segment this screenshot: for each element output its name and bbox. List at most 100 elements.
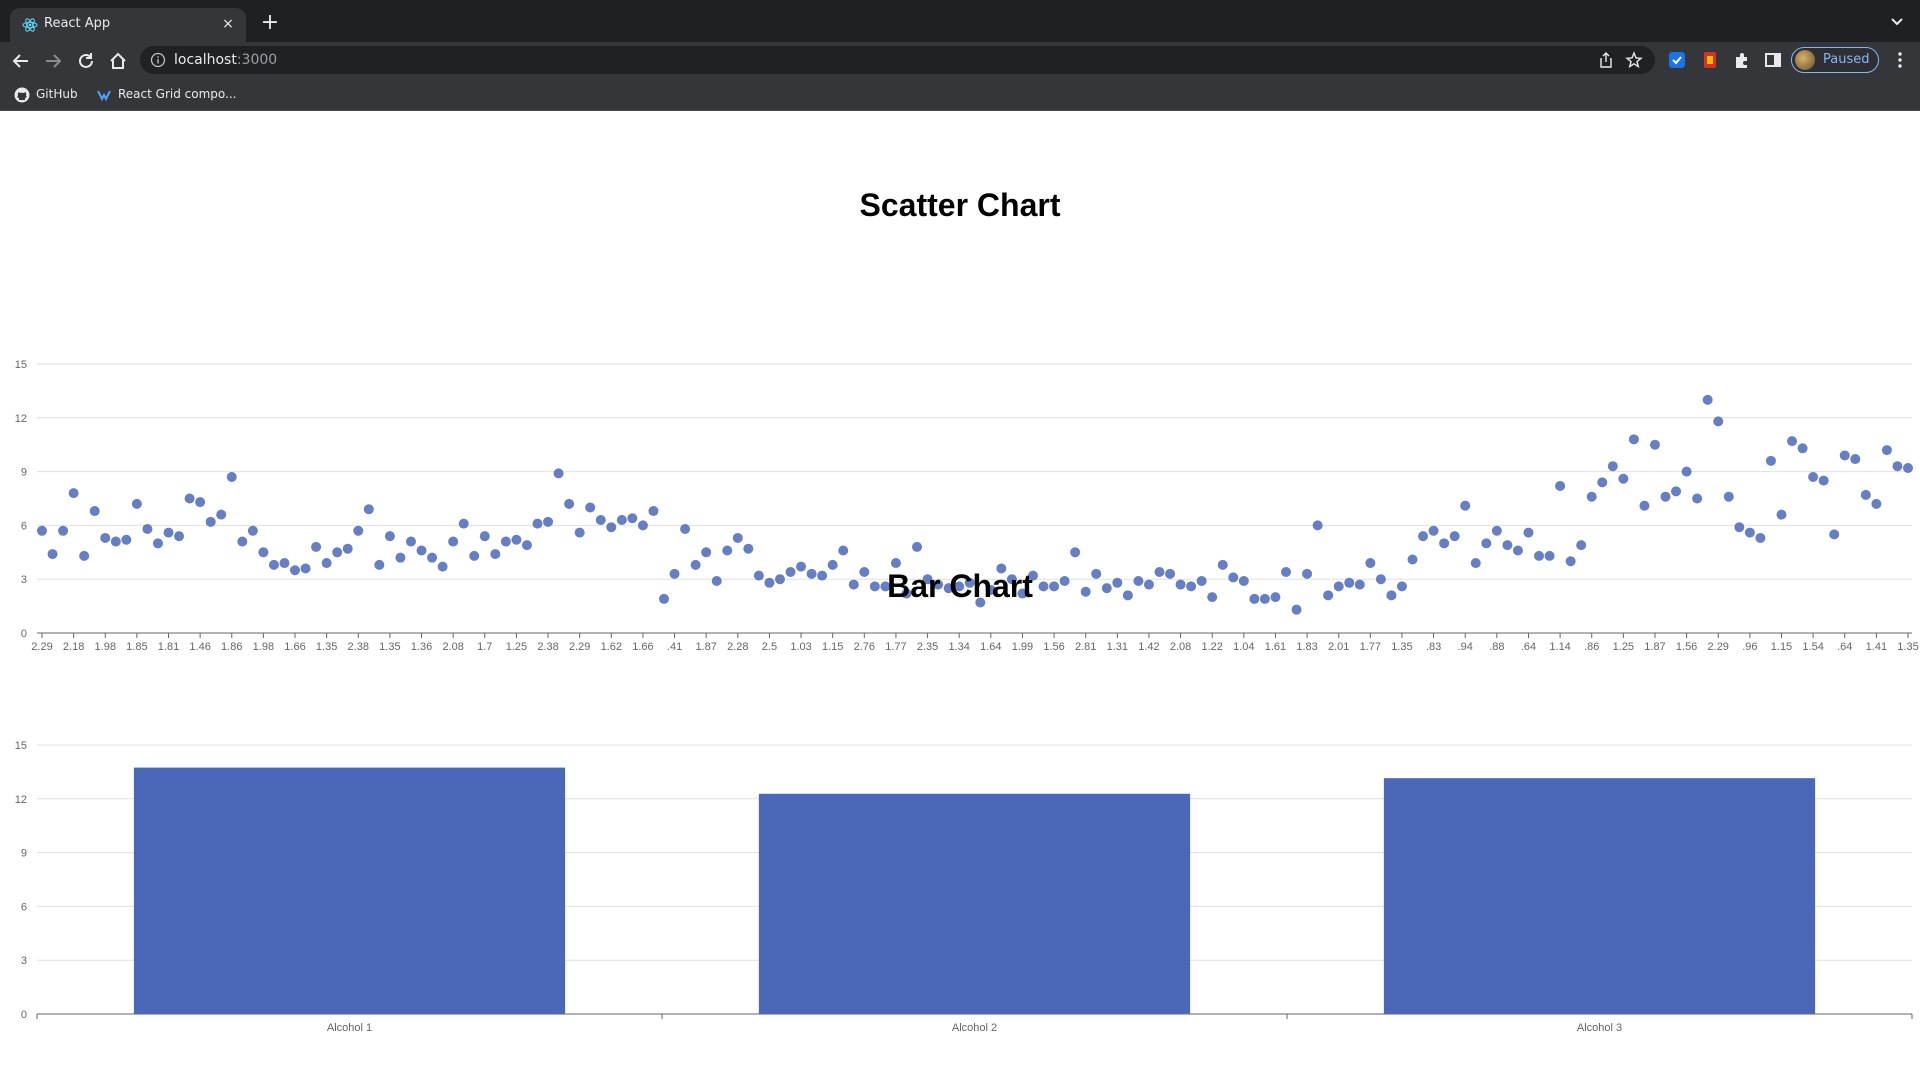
- y-tick-label: 6: [21, 901, 27, 913]
- scatter-point: [1628, 434, 1639, 445]
- scatter-point: [1534, 550, 1545, 561]
- scatter-point: [1312, 520, 1323, 531]
- scatter-point: [1439, 538, 1450, 549]
- bookmarks-bar: GitHub React Grid compo...: [0, 79, 1920, 111]
- scatter-point: [121, 534, 132, 545]
- scatter-point: [363, 504, 374, 515]
- bookmark-label: React Grid compo...: [118, 87, 237, 101]
- scatter-point: [1576, 540, 1587, 551]
- scatter-point: [1681, 466, 1692, 477]
- scatter-point: [332, 547, 343, 558]
- scatter-point: [732, 532, 743, 543]
- profile-status-label: Paused: [1823, 52, 1870, 67]
- y-tick-label: 0: [21, 1009, 27, 1021]
- scatter-point: [163, 527, 174, 538]
- bar: [758, 793, 1191, 1014]
- bar: [1383, 778, 1816, 1014]
- scatter-point: [532, 518, 543, 529]
- scatter-point: [1860, 489, 1871, 500]
- scatter-point: [1460, 500, 1471, 511]
- scatter-point: [1850, 454, 1861, 465]
- url-text[interactable]: localhost:3000: [174, 52, 277, 68]
- scatter-point: [1565, 556, 1576, 567]
- scatter-point: [1544, 550, 1555, 561]
- scatter-point: [1512, 545, 1523, 556]
- scatter-point: [131, 498, 142, 509]
- extension-check-icon[interactable]: [1667, 50, 1687, 70]
- scatter-point: [1555, 480, 1566, 491]
- back-arrow-icon[interactable]: [10, 50, 32, 72]
- more-menu-icon[interactable]: [1890, 50, 1910, 70]
- scatter-point: [1839, 450, 1850, 461]
- bar: [133, 767, 566, 1014]
- scatter-point: [1829, 529, 1840, 540]
- scatter-point: [1418, 531, 1429, 542]
- scatter-point: [37, 525, 47, 536]
- scatter-point: [1481, 538, 1492, 549]
- scatter-point: [1449, 531, 1460, 542]
- scatter-point: [1692, 493, 1703, 504]
- y-tick-label: 9: [21, 467, 27, 479]
- share-icon[interactable]: [1597, 51, 1615, 69]
- url-port: :3000: [236, 52, 278, 68]
- scatter-point: [395, 552, 406, 563]
- github-icon: [14, 87, 30, 103]
- react-logo-icon: [22, 18, 38, 32]
- tab-search-chevron-icon[interactable]: [1888, 12, 1906, 30]
- reload-icon[interactable]: [75, 50, 97, 72]
- scatter-point: [448, 536, 459, 547]
- scatter-point: [142, 523, 153, 534]
- scatter-point: [1713, 416, 1724, 427]
- scatter-point: [490, 549, 501, 560]
- extensions-puzzle-icon[interactable]: [1732, 50, 1752, 70]
- scatter-point: [1892, 461, 1903, 472]
- new-tab-button[interactable]: +: [258, 12, 282, 36]
- extension-red-icon[interactable]: [1700, 50, 1720, 70]
- y-tick-label: 3: [21, 955, 27, 967]
- scatter-point: [1871, 498, 1882, 509]
- scatter-point: [405, 536, 416, 547]
- tab-close-icon[interactable]: ×: [218, 14, 238, 34]
- scatter-point: [1649, 439, 1660, 450]
- scatter-point: [648, 506, 659, 517]
- scatter-point: [58, 525, 69, 536]
- scatter-point: [1639, 500, 1650, 511]
- scatter-point: [1797, 443, 1808, 454]
- site-info-icon[interactable]: [150, 52, 166, 68]
- scatter-point: [1660, 491, 1671, 502]
- scatter-point: [184, 493, 195, 504]
- x-tick-label: Alcohol 1: [327, 1022, 372, 1034]
- scatter-point: [1597, 477, 1608, 488]
- scatter-point: [195, 497, 206, 508]
- react-grid-icon: [97, 90, 111, 102]
- scatter-point: [890, 558, 901, 569]
- scatter-point: [680, 523, 691, 534]
- bookmark-github[interactable]: GitHub: [14, 86, 84, 104]
- scatter-point: [1428, 525, 1439, 536]
- scatter-point: [311, 541, 322, 552]
- scatter-point: [1365, 558, 1376, 569]
- scatter-point: [1671, 486, 1682, 497]
- scatter-point: [1586, 491, 1597, 502]
- scatter-point: [511, 534, 522, 545]
- home-icon[interactable]: [107, 50, 129, 72]
- tab-title: React App: [44, 16, 111, 31]
- scatter-point: [1070, 547, 1081, 558]
- y-tick-label: 15: [15, 740, 27, 752]
- scatter-point: [479, 531, 490, 542]
- bookmark-react-grid[interactable]: React Grid compo...: [96, 86, 246, 104]
- scatter-point: [1502, 540, 1513, 551]
- side-panel-icon[interactable]: [1763, 50, 1783, 70]
- address-bar[interactable]: localhost:3000: [140, 46, 1655, 74]
- forward-arrow-icon[interactable]: [42, 50, 64, 72]
- scatter-point: [1787, 436, 1798, 447]
- scatter-point: [1702, 394, 1713, 405]
- tab-strip: React App × +: [0, 0, 1920, 42]
- browser-tab[interactable]: React App ×: [10, 8, 246, 42]
- profile-button[interactable]: Paused: [1791, 47, 1879, 73]
- y-tick-label: 12: [15, 794, 27, 806]
- scatter-point: [637, 520, 648, 531]
- bookmark-star-icon[interactable]: [1625, 51, 1643, 69]
- scatter-point: [616, 515, 627, 526]
- scatter-point: [469, 550, 480, 561]
